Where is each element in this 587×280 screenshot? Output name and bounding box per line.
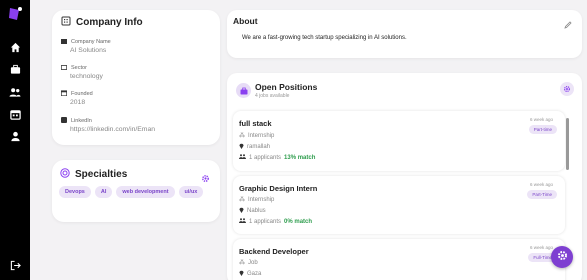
- company-info-title: Company Info: [76, 17, 143, 28]
- location-pin-icon: [239, 270, 244, 278]
- settings-fab-button[interactable]: [551, 246, 573, 268]
- job-location: Nablus: [247, 208, 266, 214]
- positions-settings-icon[interactable]: [560, 82, 574, 96]
- founded-value: 2018: [70, 99, 86, 106]
- briefcase-badge-icon: [236, 83, 251, 98]
- job-time: 6 week ago: [529, 245, 553, 250]
- company-name-item: Company Name AI Solutions: [61, 38, 111, 54]
- tag-web-development: web development: [116, 186, 175, 198]
- job-title: Backend Developer: [239, 247, 309, 256]
- job-applicants-line: 1 applicants 0% match: [239, 218, 312, 225]
- logout-icon[interactable]: [8, 258, 22, 272]
- job-type-badge: Part-Time: [527, 190, 557, 199]
- app-logo-icon[interactable]: [7, 6, 23, 22]
- company-info-header: Company Info: [61, 16, 143, 29]
- job-title: Graphic Design Intern: [239, 184, 318, 193]
- sitemap-icon: ⁂: [239, 133, 245, 139]
- linkedin-label: LinkedIn: [71, 118, 92, 124]
- company-icon: [61, 38, 67, 46]
- calendar-small-icon: [60, 90, 68, 98]
- about-card: About We are a fast-growing tech startup…: [227, 10, 582, 58]
- job-location-line: Nablus: [239, 207, 266, 215]
- sector-value: technology: [70, 73, 103, 80]
- job-applicants: 1 applicants: [249, 154, 282, 161]
- tag-ui-ux: ui/ux: [178, 186, 204, 198]
- specialties-header: Specialties: [60, 168, 127, 181]
- users-small-icon: [239, 218, 246, 225]
- tag-devops: Devops: [59, 186, 91, 198]
- users-icon[interactable]: [8, 85, 22, 99]
- job-type-line: ⁂ Internship: [239, 196, 275, 204]
- calendar-icon[interactable]: [8, 107, 22, 121]
- job-time: 6 week ago: [529, 182, 553, 187]
- linkedin-item: LinkedIn https://linkedin.com/in/Eman: [61, 117, 155, 133]
- job-type-line: ⁂ Internship: [239, 132, 275, 140]
- job-match: 13% match: [284, 154, 316, 161]
- location-pin-icon: [239, 207, 244, 215]
- founded-item: Founded 2018: [60, 90, 93, 106]
- specialties-tags: Devops AI web development ui/ux: [59, 186, 214, 198]
- sitemap-icon: ⁂: [239, 197, 245, 203]
- profile-icon[interactable]: [8, 129, 22, 143]
- location-pin-icon: [239, 143, 244, 151]
- sitemap-icon: ⁂: [239, 260, 245, 266]
- home-icon[interactable]: [8, 40, 22, 54]
- edit-icon[interactable]: [564, 16, 572, 34]
- company-name-label: Company Name: [71, 39, 111, 45]
- target-icon: [60, 168, 70, 181]
- job-match: 0% match: [284, 218, 313, 225]
- about-title: About: [233, 16, 258, 26]
- job-title: full stack: [239, 119, 272, 128]
- company-name-value: AI Solutions: [70, 47, 107, 54]
- linkedin-icon: [61, 117, 67, 125]
- job-location: ramallah: [247, 144, 271, 150]
- job-location-line: ramallah: [239, 143, 270, 151]
- users-small-icon: [239, 154, 246, 161]
- briefcase-icon[interactable]: [8, 62, 22, 76]
- tag-ai: AI: [94, 186, 113, 198]
- open-positions-title: Open Positions: [255, 82, 318, 92]
- job-location-line: Gaza: [239, 270, 261, 278]
- job-applicants-line: 1 applicants 13% match: [239, 154, 315, 161]
- job-location: Gaza: [247, 271, 262, 277]
- specialties-title: Specialties: [75, 169, 128, 180]
- founded-label: Founded: [71, 91, 93, 97]
- job-type: Job: [248, 259, 258, 266]
- about-text: We are a fast-growing tech startup speci…: [242, 35, 407, 41]
- briefcase-small-icon: [60, 64, 68, 72]
- sector-label: Sector: [71, 65, 87, 71]
- positions-scrollbar[interactable]: [566, 118, 569, 170]
- linkedin-link[interactable]: https://linkedin.com/in/Eman: [70, 126, 155, 133]
- job-type-badge: Part-time: [528, 125, 557, 134]
- gear-icon: [557, 248, 568, 266]
- job-applicants: 1 applicants: [249, 218, 282, 225]
- job-card-backend-developer[interactable]: Backend Developer 6 week ago Full-Time ⁂…: [233, 239, 565, 280]
- building-icon: [61, 16, 71, 29]
- job-type: Internship: [248, 132, 275, 139]
- sector-item: Sector technology: [60, 64, 103, 80]
- specialties-card: Specialties Devops AI web development ui…: [52, 160, 220, 222]
- jobs-count: 4 jobs available: [255, 93, 290, 99]
- job-card-full-stack[interactable]: full stack 6 week ago Part-time ⁂ Intern…: [233, 111, 565, 171]
- job-time: 6 week ago: [529, 117, 553, 122]
- job-type: Internship: [248, 196, 275, 203]
- company-info-card: Company Info Company Name AI Solutions S…: [52, 10, 220, 145]
- sidebar: [0, 0, 30, 280]
- job-type-line: ⁂ Job: [239, 259, 258, 267]
- job-card-graphic-design[interactable]: Graphic Design Intern 6 week ago Part-Ti…: [233, 176, 565, 234]
- open-positions-card: Open Positions 4 jobs available full sta…: [227, 73, 582, 280]
